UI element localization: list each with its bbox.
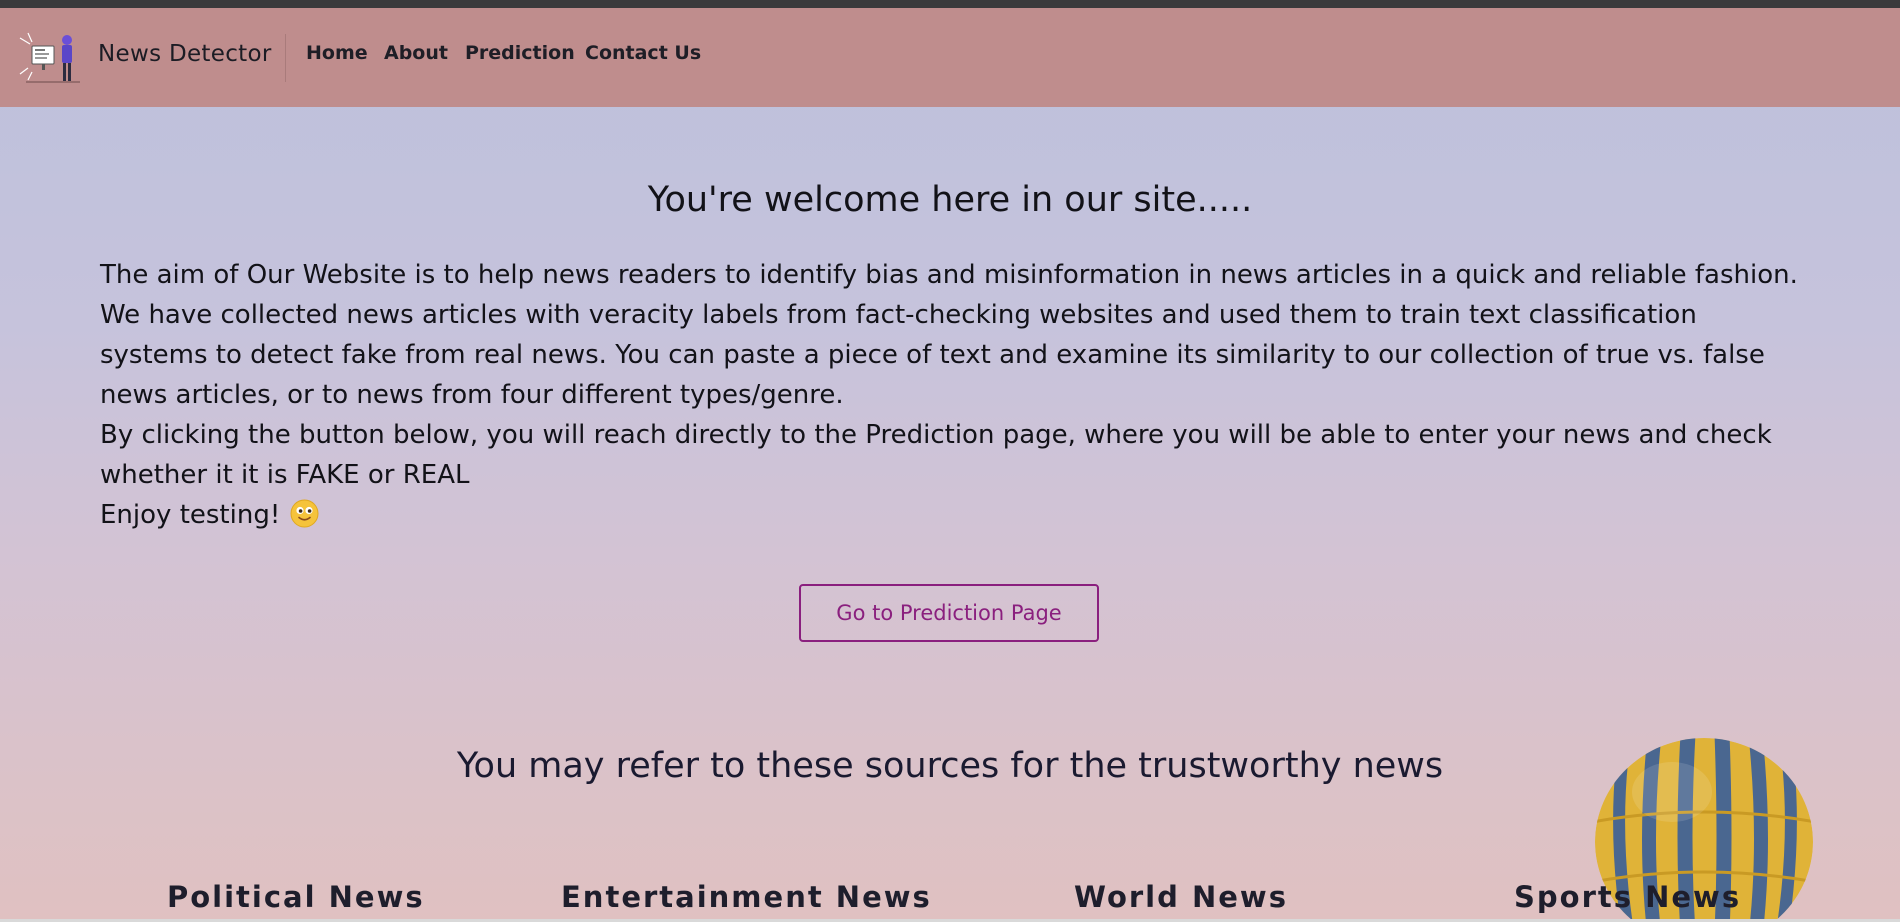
smiling-face-emoji-icon bbox=[290, 499, 319, 528]
category-world-news[interactable]: World News bbox=[1074, 880, 1288, 914]
nav-divider bbox=[285, 34, 286, 82]
about-description: The aim of Our Website is to help news r… bbox=[100, 255, 1800, 535]
about-paragraph: The aim of Our Website is to help news r… bbox=[100, 260, 1798, 410]
welcome-heading: You're welcome here in our site..... bbox=[647, 180, 1253, 220]
enjoy-testing-line: Enjoy testing! bbox=[100, 495, 1800, 535]
nav-about-link[interactable]: About bbox=[384, 42, 448, 64]
prediction-instruction-paragraph: By clicking the button below, you will r… bbox=[100, 420, 1772, 490]
category-entertainment-news[interactable]: Entertainment News bbox=[561, 880, 932, 914]
nav-prediction-link[interactable]: Prediction bbox=[465, 42, 575, 64]
news-detector-logo-icon[interactable] bbox=[18, 30, 84, 86]
go-to-prediction-button[interactable]: Go to Prediction Page bbox=[799, 584, 1099, 642]
brand-name[interactable]: News Detector bbox=[98, 41, 272, 67]
browser-top-strip bbox=[0, 0, 1900, 8]
category-sports-news[interactable]: Sports News bbox=[1514, 880, 1741, 914]
enjoy-testing-text: Enjoy testing! bbox=[100, 500, 281, 530]
nav-contact-us-link[interactable]: Contact Us bbox=[585, 42, 701, 64]
category-political-news[interactable]: Political News bbox=[167, 880, 425, 914]
nav-home-link[interactable]: Home bbox=[306, 42, 368, 64]
navbar: News Detector Home About Prediction Cont… bbox=[0, 8, 1900, 107]
